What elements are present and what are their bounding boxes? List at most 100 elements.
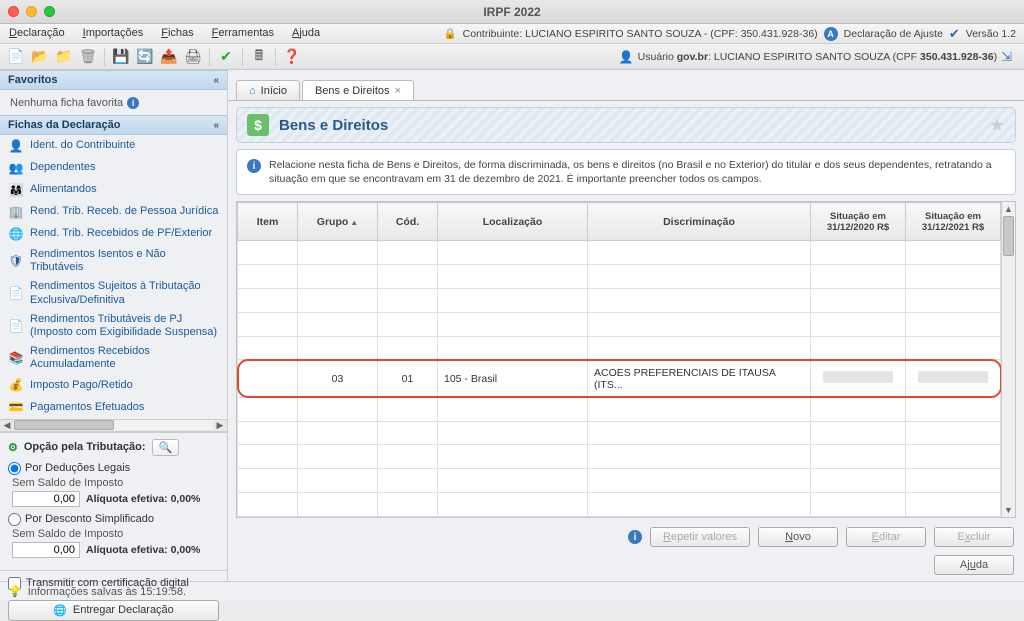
col-discriminacao[interactable]: Discriminação [588, 203, 811, 241]
info-icon[interactable]: i [127, 97, 139, 109]
menu-ajuda[interactable]: Ajuda [283, 24, 329, 43]
tb-refresh-icon[interactable]: 🔄 [135, 47, 155, 67]
menu-declaracao[interactable]: Declaração [0, 24, 74, 43]
tb-print-icon[interactable]: 🖨 [183, 47, 203, 67]
valor-simplificado-input [12, 542, 80, 558]
scroll-up-icon[interactable]: ▲ [1002, 202, 1015, 216]
table-row-selected[interactable]: 03 01 105 - Brasil ACOES PREFERENCIAIS D… [238, 360, 1001, 397]
sem-saldo-1: Sem Saldo de Imposto [12, 477, 219, 489]
tb-open-icon[interactable]: 📂 [30, 47, 50, 67]
table-row[interactable] [238, 445, 1001, 469]
table-wrap: Item Grupo▲ Cód. Localização Discriminaç… [236, 201, 1016, 518]
table-row[interactable] [238, 265, 1001, 289]
col-situacao-2021[interactable]: Situação em 31/12/2021 R$ [906, 203, 1001, 241]
logout-icon[interactable]: ⇲ [1001, 49, 1012, 65]
ficha-dependentes[interactable]: 👥Dependentes [0, 157, 227, 179]
table-row[interactable] [238, 241, 1001, 265]
tb-import-icon[interactable]: 📁 [54, 47, 74, 67]
col-cod[interactable]: Cód. [378, 203, 438, 241]
tb-delete-icon[interactable]: 🗑 [78, 47, 98, 67]
info-icon: i [247, 159, 261, 173]
contribuinte-label: Contribuinte: LUCIANO ESPIRITO SANTO SOU… [463, 28, 818, 40]
scroll-thumb[interactable] [14, 420, 114, 430]
tb-check-icon[interactable]: ✔ [216, 47, 236, 67]
col-item[interactable]: Item [238, 203, 298, 241]
entregar-button[interactable]: 🌐 Entregar Declaração [8, 600, 219, 621]
aliquota-2: Alíquota efetiva: 0,00% [86, 544, 200, 556]
menu-fichas[interactable]: Fichas [152, 24, 202, 43]
bens-icon: $ [247, 114, 269, 136]
scroll-down-icon[interactable]: ▼ [1002, 503, 1015, 517]
search-button[interactable]: 🔍 [152, 439, 180, 456]
tb-calc-icon[interactable]: 🖩 [249, 47, 269, 67]
coin-icon: 💰 [8, 378, 24, 394]
table-v-scrollbar[interactable]: ▲ ▼ [1001, 202, 1015, 517]
tb-export-icon[interactable]: 📤 [159, 47, 179, 67]
info-icon[interactable]: i [628, 530, 642, 544]
lock-icon: 🔒 [444, 27, 457, 40]
person-icon: 👤 [8, 138, 24, 154]
scroll-left-icon[interactable]: ◀ [0, 420, 14, 431]
ficha-ident-contribuinte[interactable]: 👤Ident. do Contribuinte [0, 135, 227, 157]
table-row[interactable] [238, 336, 1001, 360]
close-tab-icon[interactable]: × [395, 85, 401, 97]
tb-help-icon[interactable]: ❓ [282, 47, 302, 67]
ficha-trib-exclusiva[interactable]: 📄Rendimentos Sujeitos à Tributação Exclu… [0, 277, 227, 309]
tb-save-icon[interactable]: 💾 [111, 47, 131, 67]
novo-button[interactable]: Novo [758, 527, 838, 547]
maximize-window-button[interactable] [44, 6, 55, 17]
fichas-header[interactable]: Fichas da Declaração« [0, 115, 227, 135]
collapse-icon: « [213, 120, 219, 131]
ficha-pagamentos[interactable]: 💳Pagamentos Efetuados [0, 397, 227, 419]
menu-importacoes[interactable]: Importações [74, 24, 153, 43]
table-row[interactable] [238, 288, 1001, 312]
scroll-thumb[interactable] [1003, 216, 1014, 256]
favorite-star-icon[interactable]: ★ [989, 115, 1005, 136]
table-row[interactable] [238, 421, 1001, 445]
table-row[interactable] [238, 469, 1001, 493]
status-text: Informações salvas às 15:19:58. [28, 586, 186, 598]
ficha-rend-pf-exterior[interactable]: 🌐Rend. Trib. Recebidos de PF/Exterior [0, 223, 227, 245]
ficha-alimentandos[interactable]: 👨‍👩‍👧Alimentandos [0, 179, 227, 201]
ficha-rend-acumulada[interactable]: 📚Rendimentos Recebidos Acumuladamente [0, 342, 227, 374]
action-bar: i Repetir valores Novo Editar Excluir [236, 524, 1016, 549]
stack-icon: 📚 [8, 350, 24, 366]
scroll-right-icon[interactable]: ▶ [213, 420, 227, 431]
tributacao-title: Opção pela Tributação: [24, 441, 146, 453]
shield-icon: 🛡 [8, 253, 24, 269]
sidebar-h-scrollbar[interactable]: ◀ ▶ [0, 419, 227, 432]
bens-table: Item Grupo▲ Cód. Localização Discriminaç… [237, 202, 1001, 517]
globe-icon: 🌐 [53, 604, 67, 617]
doc-icon: 📄 [8, 286, 24, 302]
ficha-trib-pj-susp[interactable]: 📄Rendimentos Tributáveis de PJ (Imposto … [0, 310, 227, 342]
tab-bens-direitos[interactable]: Bens e Direitos × [302, 80, 414, 100]
version-icon: ✔ [949, 26, 960, 42]
close-window-button[interactable] [8, 6, 19, 17]
ficha-rend-pj[interactable]: 🏢Rend. Trib. Receb. de Pessoa Jurídica [0, 201, 227, 223]
col-localizacao[interactable]: Localização [438, 203, 588, 241]
ficha-isentos[interactable]: 🛡Rendimentos Isentos e Não Tributáveis [0, 245, 227, 277]
favoritos-header[interactable]: Favoritos« [0, 70, 227, 90]
table-row[interactable] [238, 397, 1001, 421]
col-grupo[interactable]: Grupo▲ [298, 203, 378, 241]
people-icon: 👨‍👩‍👧 [8, 182, 24, 198]
table-row[interactable] [238, 312, 1001, 336]
excluir-button[interactable]: Excluir [934, 527, 1014, 547]
tab-inicio[interactable]: ⌂ Início [236, 80, 300, 100]
radio-desconto-simplificado[interactable]: Por Desconto Simplificado [8, 513, 219, 526]
table-row[interactable] [238, 493, 1001, 517]
col-situacao-2020[interactable]: Situação em 31/12/2020 R$ [811, 203, 906, 241]
tb-new-icon[interactable]: 📄 [6, 47, 26, 67]
sidebar: Favoritos« Nenhuma ficha favorita i Fich… [0, 70, 228, 581]
card-icon: 💳 [8, 400, 24, 416]
editar-button[interactable]: Editar [846, 527, 926, 547]
repetir-valores-button[interactable]: Repetir valores [650, 527, 750, 547]
radio-deducoes-legais[interactable]: Por Deduções Legais [8, 462, 219, 475]
menu-ferramentas[interactable]: Ferramentas [203, 24, 283, 43]
bulb-icon: 💡 [8, 585, 22, 598]
building-icon: 🏢 [8, 204, 24, 220]
ficha-imposto-pago[interactable]: 💰Imposto Pago/Retido [0, 375, 227, 397]
masked-value [918, 371, 988, 383]
ajuda-button[interactable]: Ajuda [934, 555, 1014, 575]
minimize-window-button[interactable] [26, 6, 37, 17]
